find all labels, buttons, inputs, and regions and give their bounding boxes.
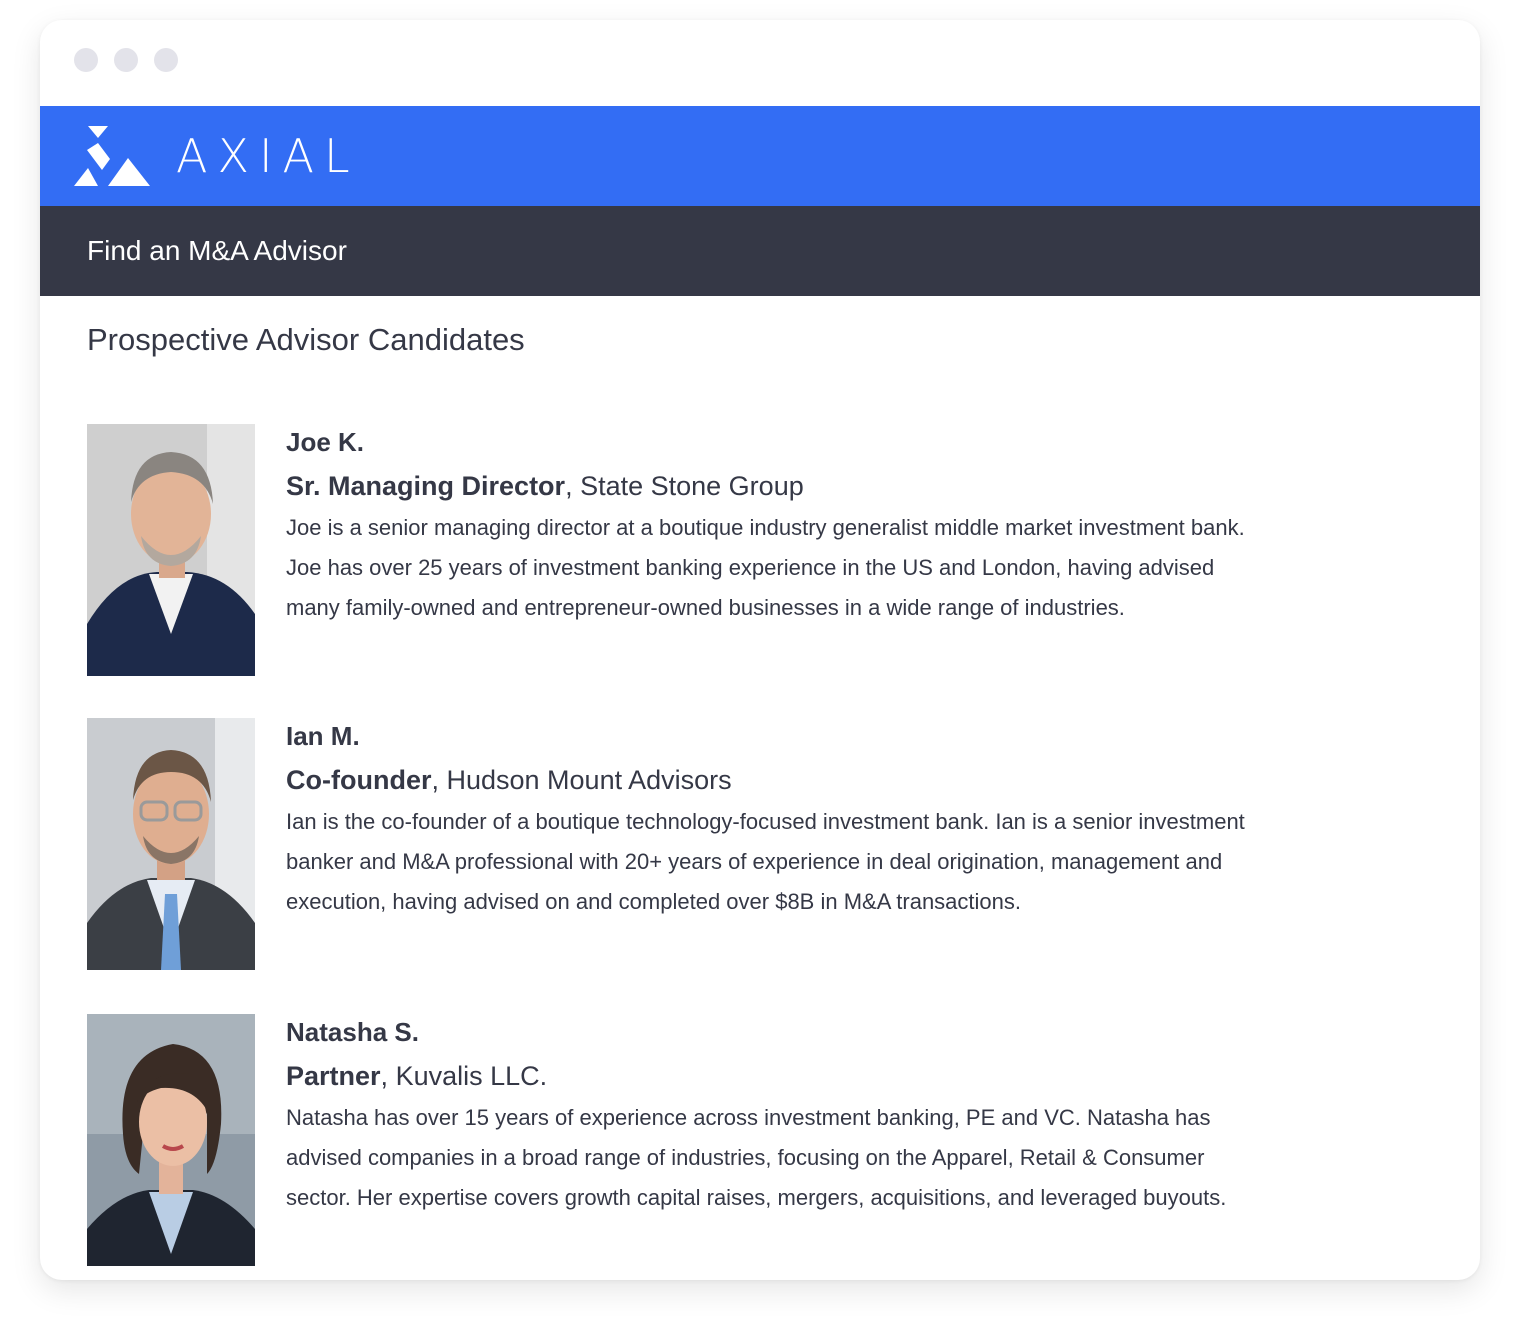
brand-header: AXIAL — [40, 106, 1480, 206]
advisor-card: Ian M. Co-founder, Hudson Mount Advisors… — [87, 718, 1427, 970]
window-close-dot[interactable] — [74, 48, 98, 72]
advisor-firm: Hudson Mount Advisors — [446, 765, 732, 795]
nav-bar: Find an M&A Advisor — [40, 206, 1480, 296]
advisor-role-line: Partner, Kuvalis LLC. — [286, 1056, 1427, 1096]
advisor-role-line: Co-founder, Hudson Mount Advisors — [286, 760, 1427, 800]
advisor-info: Natasha S. Partner, Kuvalis LLC. Natasha… — [286, 1014, 1427, 1218]
advisor-card: Natasha S. Partner, Kuvalis LLC. Natasha… — [87, 1014, 1427, 1266]
advisor-firm: State Stone Group — [580, 471, 804, 501]
advisor-bio: Natasha has over 15 years of experience … — [286, 1105, 1227, 1210]
page-title: Find an M&A Advisor — [87, 235, 347, 266]
advisor-name: Natasha S. — [286, 1017, 419, 1047]
window-maximize-dot[interactable] — [154, 48, 178, 72]
advisor-role: Partner — [286, 1061, 381, 1091]
advisor-info: Joe K. Sr. Managing Director, State Ston… — [286, 424, 1427, 628]
axial-logo-icon — [74, 126, 150, 186]
browser-window: AXIAL Find an M&A Advisor Prospective Ad… — [40, 20, 1480, 1280]
portrait-photo — [87, 718, 255, 970]
advisor-bio: Ian is the co-founder of a boutique tech… — [286, 809, 1245, 914]
role-separator: , — [565, 471, 581, 501]
axial-wordmark: AXIAL — [176, 129, 360, 183]
advisor-info: Ian M. Co-founder, Hudson Mount Advisors… — [286, 718, 1427, 922]
portrait-photo — [87, 1014, 255, 1266]
advisor-role-line: Sr. Managing Director, State Stone Group — [286, 466, 1427, 506]
advisor-card: Joe K. Sr. Managing Director, State Ston… — [87, 424, 1427, 676]
section-title: Prospective Advisor Candidates — [87, 322, 525, 357]
advisor-firm: Kuvalis LLC. — [395, 1061, 548, 1091]
advisor-name: Ian M. — [286, 721, 360, 751]
window-titlebar — [40, 20, 1480, 106]
advisor-role: Sr. Managing Director — [286, 471, 566, 501]
role-separator: , — [380, 1061, 396, 1091]
advisor-name: Joe K. — [286, 427, 365, 457]
main-content: Prospective Advisor Candidates Joe K. Sr… — [40, 322, 1480, 1266]
advisor-role: Co-founder — [286, 765, 432, 795]
advisor-bio: Joe is a senior managing director at a b… — [286, 515, 1245, 620]
axial-logo[interactable]: AXIAL — [74, 126, 360, 186]
portrait-photo — [87, 424, 255, 676]
window-minimize-dot[interactable] — [114, 48, 138, 72]
role-separator: , — [431, 765, 447, 795]
advisor-photo — [87, 424, 255, 676]
advisor-photo — [87, 718, 255, 970]
advisor-photo — [87, 1014, 255, 1266]
